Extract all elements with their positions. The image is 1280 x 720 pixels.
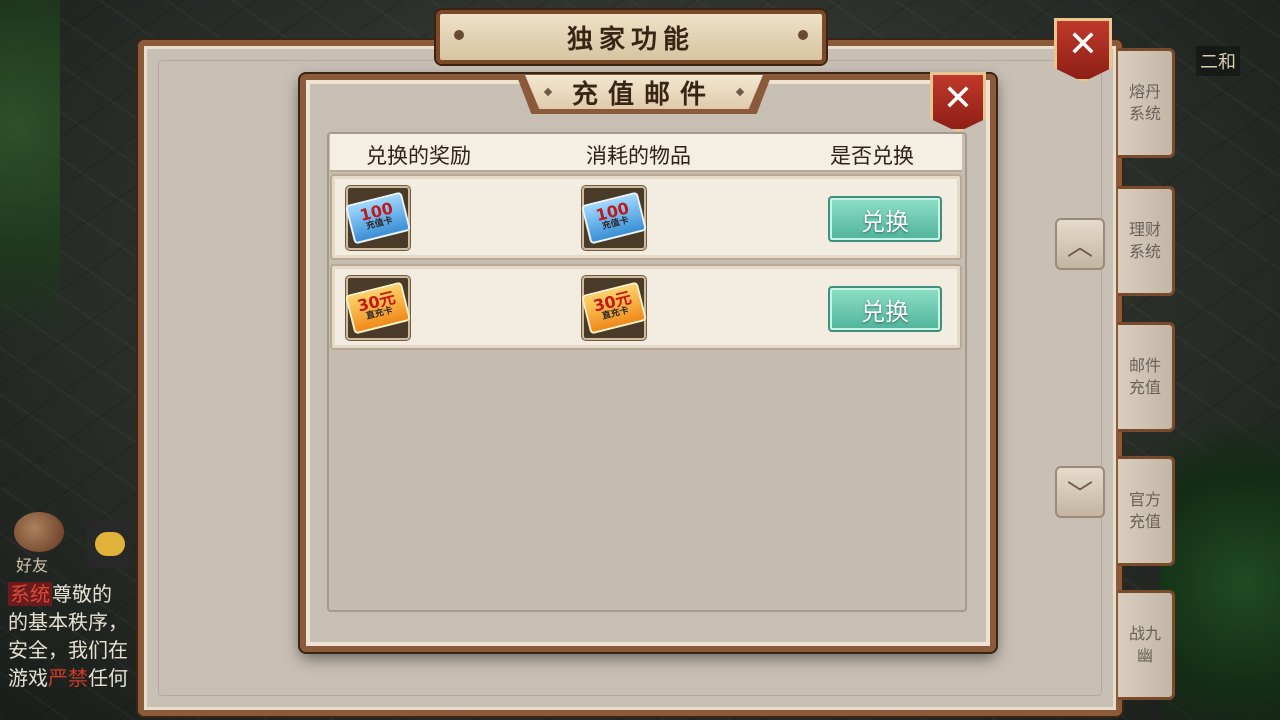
side-tab-label: 战九 幽	[1128, 624, 1161, 665]
side-tab-label: 熔丹 系统	[1128, 82, 1161, 123]
reward-item-slot[interactable]: 30元 直充卡	[345, 276, 411, 340]
dialog-title: 充值邮件	[571, 79, 716, 110]
close-icon: ✕	[1067, 24, 1099, 65]
column-header-reward: 兑换的奖励	[366, 144, 471, 168]
side-tab-official-recharge[interactable]: 官方 充值	[1118, 456, 1175, 566]
table-header: 兑换的奖励 消耗的物品 是否兑换	[330, 134, 962, 172]
friend-icon	[14, 512, 64, 552]
chat-line: 游戏	[8, 666, 48, 690]
chat-highlight: 严禁	[48, 666, 88, 690]
scroll-down-button[interactable]: ﹀	[1055, 466, 1105, 518]
recharge-card-icon: 100 充值卡	[345, 191, 411, 245]
outer-panel-title: 独家功能	[566, 24, 695, 55]
cost-item-slot[interactable]: 100 充值卡	[581, 186, 647, 250]
chevron-down-icon: ﹀	[1066, 479, 1093, 510]
close-icon: ✕	[942, 78, 974, 119]
chat-line: 的基本秩序，	[8, 610, 128, 634]
chat-line: 任何	[88, 666, 128, 690]
side-tab-label: 邮件 充值	[1128, 356, 1161, 397]
chat-button[interactable]	[86, 520, 134, 568]
chat-bubble-icon	[95, 532, 125, 556]
reward-item-slot[interactable]: 100 充值卡	[345, 186, 411, 250]
column-header-cost: 消耗的物品	[586, 144, 691, 168]
side-tab-finance[interactable]: 理财 系统	[1118, 186, 1175, 296]
cost-item-slot[interactable]: 30元 直充卡	[581, 276, 647, 340]
side-tab-refine[interactable]: 熔丹 系统	[1118, 48, 1175, 158]
chat-system-tag: 系统	[8, 582, 52, 606]
exchange-button[interactable]: 兑换	[828, 286, 942, 332]
direct-card-icon: 30元 直充卡	[581, 281, 647, 335]
chat-line: 安全，我们在	[8, 638, 128, 662]
ornament-dot	[798, 30, 808, 40]
dialog-title-plate: 充值邮件	[516, 74, 772, 114]
chevron-up-icon: ︿	[1066, 231, 1093, 262]
player-name-label: 二和	[1196, 46, 1240, 76]
exchange-button[interactable]: 兑换	[828, 196, 942, 242]
background-tree-right	[1160, 380, 1280, 720]
background-tree-left	[0, 0, 60, 420]
ornament-diamond	[735, 87, 745, 97]
ornament-diamond	[543, 87, 553, 97]
chat-log: 系统 尊敬的 的基本秩序， 安全，我们在 游戏严禁任何	[8, 580, 136, 692]
recharge-card-icon: 100 充值卡	[581, 191, 647, 245]
friend-label: 好友	[16, 556, 49, 575]
friend-button[interactable]: 好友	[6, 512, 76, 575]
chat-line: 尊敬的	[52, 582, 112, 606]
table-row: 30元 直充卡 30元 直充卡 兑换	[330, 264, 962, 350]
side-tab-battle[interactable]: 战九 幽	[1118, 590, 1175, 700]
outer-title-plate: 独家功能	[436, 10, 826, 64]
side-tab-label: 理财 系统	[1128, 220, 1161, 261]
side-tab-label: 官方 充值	[1128, 490, 1161, 531]
side-tab-mail-recharge[interactable]: 邮件 充值	[1118, 322, 1175, 432]
table-row: 100 充值卡 100 充值卡 兑换	[330, 174, 962, 260]
column-header-exchange: 是否兑换	[830, 144, 914, 168]
direct-card-icon: 30元 直充卡	[345, 281, 411, 335]
ornament-dot	[454, 30, 464, 40]
scroll-up-button[interactable]: ︿	[1055, 218, 1105, 270]
